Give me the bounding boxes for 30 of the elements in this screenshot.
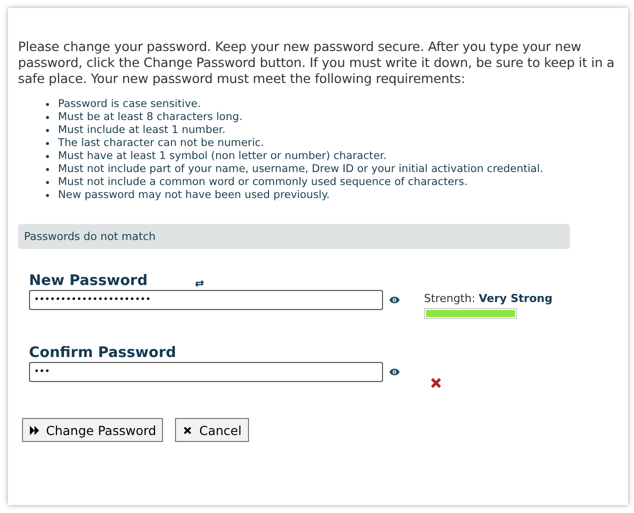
double-arrow-icon	[29, 424, 40, 436]
field-label: New Password	[29, 273, 148, 290]
error-message: Passwords do not match	[18, 224, 570, 249]
bullet-icon	[46, 116, 49, 119]
requirement-item: Must be at least 8 characters long.	[58, 111, 242, 124]
change-password-button[interactable]: Change Password	[22, 418, 164, 442]
bullet-icon	[46, 181, 49, 184]
refresh-icon[interactable]	[194, 279, 205, 288]
strength-label: Strength: Very Strong	[424, 292, 552, 305]
requirement-item: Must include at least 1 number.	[58, 124, 226, 137]
requirement-item: Password is case sensitive.	[58, 98, 201, 111]
requirement-item: New password may not have been used previously.	[58, 189, 330, 202]
requirement-item: Must not include part of your name, username, Drew ID or your initial activation credential.	[58, 163, 544, 176]
bullet-icon	[46, 103, 49, 106]
close-icon	[182, 424, 194, 436]
password-field[interactable]: •••	[29, 362, 383, 382]
instruction-text: Please change your password. Keep your new password secure. After you type your new password, click the Change Password button. If you must write it down, be sure to keep it in a safe place. Your new password must meet the following requirements:	[18, 40, 616, 88]
bullet-icon	[46, 168, 49, 171]
password-field[interactable]: ••••••••••••••••••••••	[29, 290, 383, 310]
bullet-icon	[46, 142, 49, 145]
bullet-icon	[46, 129, 49, 132]
bullet-icon	[46, 155, 49, 158]
requirement-item: The last character can not be numeric.	[58, 137, 264, 150]
eye-icon[interactable]	[389, 368, 400, 376]
bullet-icon	[46, 194, 49, 197]
field-label: Confirm Password	[29, 345, 178, 362]
eye-icon[interactable]	[389, 296, 400, 304]
requirement-item: Must have at least 1 symbol (non letter or number) character.	[58, 150, 387, 163]
requirement-item: Must not include a common word or commonly used sequence of characters.	[58, 176, 468, 189]
cancel-button[interactable]: Cancel	[175, 418, 249, 442]
